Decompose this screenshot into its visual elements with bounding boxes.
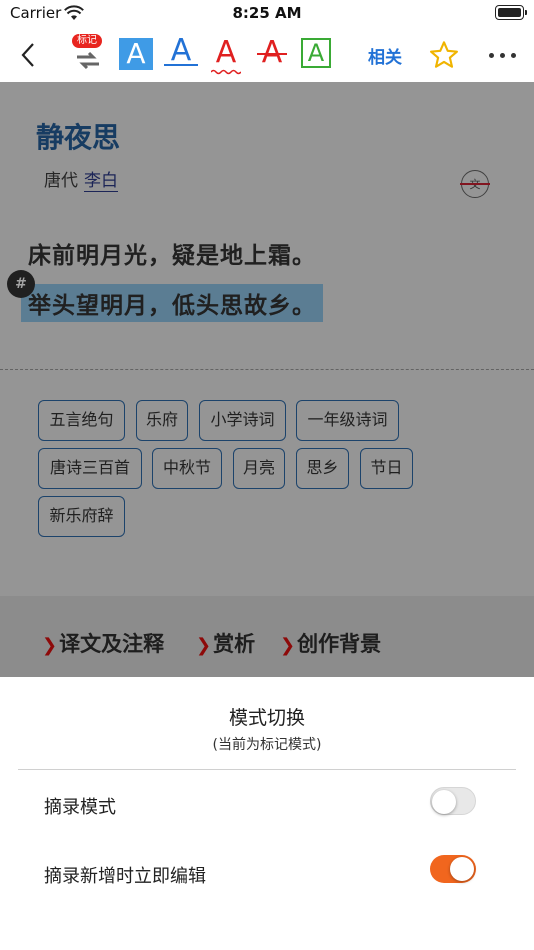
more-button[interactable] [480,28,524,82]
underline-button[interactable]: A [164,36,198,66]
dim-overlay[interactable] [0,82,534,677]
more-dot-icon [488,52,494,58]
box-frame-button[interactable]: A [301,38,331,68]
mark-swap-button[interactable]: 标记 [66,28,110,82]
wavy-underline-button[interactable]: A [209,35,243,75]
toolbar: 标记 A A A A A 相关 [0,28,534,82]
back-button[interactable] [8,28,48,82]
sheet-title: 模式切换 [228,707,305,729]
more-dot-icon [510,52,516,58]
clock: 8:25 AM [232,4,302,22]
strike-line [257,53,287,55]
swap-icon [77,51,99,70]
chevron-left-icon [21,43,34,67]
edit-on-add-toggle[interactable] [430,855,476,883]
sheet-subtitle: (当前为标记模式) [212,737,322,753]
wave-icon [211,69,241,75]
status-bar: Carrier 8:25 AM [0,0,534,28]
toggle-knob [432,790,456,814]
wavy-a-label: A [215,35,237,70]
favorite-button[interactable] [424,28,464,82]
battery-icon [495,5,527,20]
edit-on-add-label: 摘录新增时立即编辑 [44,866,206,887]
strikethrough-button[interactable]: A [255,36,289,70]
toggle-knob [450,857,474,881]
highlight-fill-button[interactable]: A [119,38,153,70]
sheet-divider [18,769,516,770]
mark-badge: 标记 [72,34,102,48]
excerpt-mode-label: 摘录模式 [44,797,116,818]
excerpt-mode-toggle[interactable] [430,787,476,815]
mode-switch-sheet: 模式切换 (当前为标记模式) 摘录模式 摘录新增时立即编辑 [0,677,534,950]
star-icon [430,41,458,68]
related-button[interactable]: 相关 [362,28,408,82]
more-dot-icon [499,52,505,58]
